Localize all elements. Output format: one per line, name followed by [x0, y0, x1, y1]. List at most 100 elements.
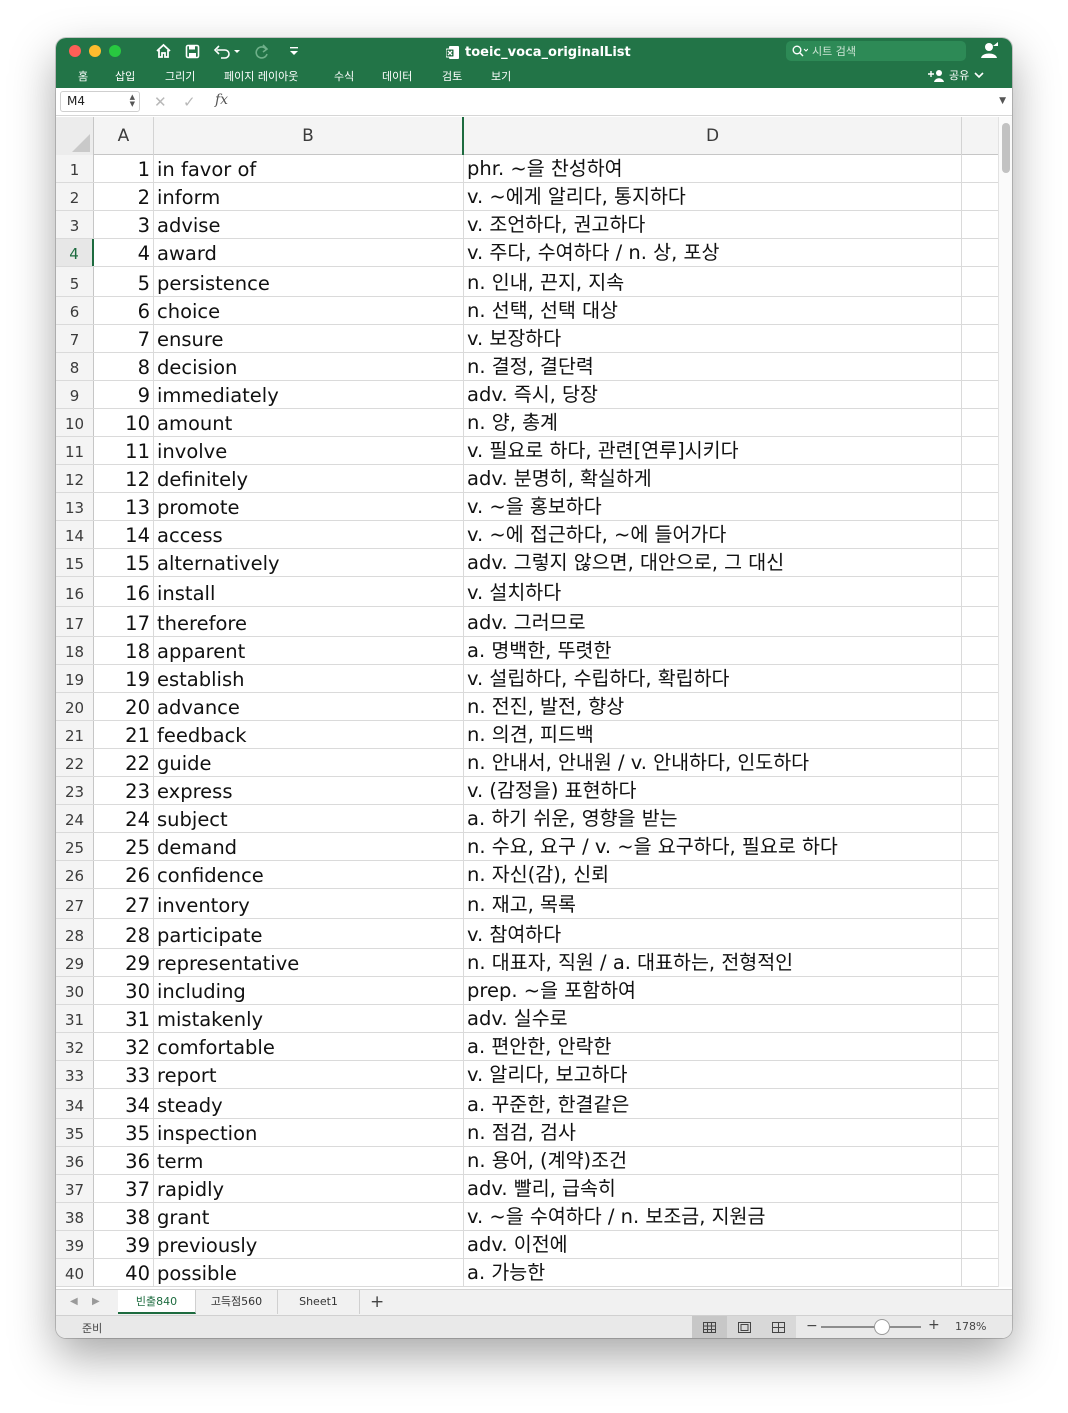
cell-number[interactable]: 15 — [94, 549, 154, 576]
previous-sheet-icon[interactable]: ◀ — [70, 1296, 78, 1307]
cell-word[interactable]: award — [154, 239, 464, 266]
cell-word[interactable]: demand — [154, 833, 464, 860]
cell-word[interactable]: apparent — [154, 637, 464, 664]
cell-word[interactable]: guide — [154, 749, 464, 776]
cell-number[interactable]: 26 — [94, 861, 154, 888]
cell-number[interactable]: 12 — [94, 465, 154, 492]
expand-formula-bar-icon[interactable]: ▼ — [999, 96, 1006, 106]
ribbon-tab-home[interactable]: 홈 — [78, 68, 88, 84]
row-header[interactable]: 14 — [56, 521, 94, 548]
cell-empty[interactable] — [962, 239, 998, 266]
cell-meaning[interactable]: n. 재고, 목록 — [464, 889, 962, 918]
cell-word[interactable]: subject — [154, 805, 464, 832]
cell-empty[interactable] — [962, 889, 998, 918]
insert-function-icon[interactable]: fx — [215, 92, 228, 108]
cell-word[interactable]: establish — [154, 665, 464, 692]
cell-meaning[interactable]: n. 양, 총계 — [464, 409, 962, 436]
cell-empty[interactable] — [962, 1119, 998, 1146]
cell-meaning[interactable]: a. 꾸준한, 한결같은 — [464, 1089, 962, 1118]
cell-number[interactable]: 29 — [94, 949, 154, 976]
cell-meaning[interactable]: v. ~에 접근하다, ~에 들어가다 — [464, 521, 962, 548]
cell-word[interactable]: inventory — [154, 889, 464, 918]
ribbon-tab-review[interactable]: 검토 — [442, 68, 462, 84]
row-header[interactable]: 30 — [56, 977, 94, 1004]
column-header-b[interactable]: B — [154, 117, 464, 155]
cell-number[interactable]: 7 — [94, 325, 154, 352]
cell-empty[interactable] — [962, 549, 998, 576]
cell-number[interactable]: 21 — [94, 721, 154, 748]
cell-number[interactable]: 27 — [94, 889, 154, 918]
cell-meaning[interactable]: a. 명백한, 뚜렷한 — [464, 637, 962, 664]
cell-word[interactable]: inspection — [154, 1119, 464, 1146]
column-header-d[interactable]: D — [464, 117, 962, 155]
cell-number[interactable]: 3 — [94, 211, 154, 238]
cell-meaning[interactable]: n. 전진, 발전, 향상 — [464, 693, 962, 720]
cell-empty[interactable] — [962, 1061, 998, 1088]
cell-meaning[interactable]: adv. 그러므로 — [464, 607, 962, 636]
cell-empty[interactable] — [962, 861, 998, 888]
cell-meaning[interactable]: n. 자신(감), 신뢰 — [464, 861, 962, 888]
page-layout-view-icon[interactable] — [727, 1316, 762, 1338]
cell-meaning[interactable]: n. 용어, (계약)조건 — [464, 1147, 962, 1174]
row-header[interactable]: 37 — [56, 1175, 94, 1202]
row-header[interactable]: 31 — [56, 1005, 94, 1032]
zoom-slider-handle[interactable] — [874, 1319, 890, 1335]
cell-word[interactable]: ensure — [154, 325, 464, 352]
cell-number[interactable]: 35 — [94, 1119, 154, 1146]
cell-meaning[interactable]: v. 설립하다, 수립하다, 확립하다 — [464, 665, 962, 692]
cell-meaning[interactable]: a. 하기 쉬운, 영향을 받는 — [464, 805, 962, 832]
cell-meaning[interactable]: n. 안내서, 안내원 / v. 안내하다, 인도하다 — [464, 749, 962, 776]
cell-number[interactable]: 6 — [94, 297, 154, 324]
cell-empty[interactable] — [962, 381, 998, 408]
cell-empty[interactable] — [962, 977, 998, 1004]
cell-meaning[interactable]: adv. 이전에 — [464, 1231, 962, 1258]
ribbon-tab-draw[interactable]: 그리기 — [165, 68, 195, 84]
row-header[interactable]: 26 — [56, 861, 94, 888]
cell-empty[interactable] — [962, 607, 998, 636]
cell-number[interactable]: 10 — [94, 409, 154, 436]
cell-empty[interactable] — [962, 949, 998, 976]
zoom-out-button[interactable]: − — [806, 1318, 818, 1334]
row-header[interactable]: 17 — [56, 607, 94, 636]
row-header[interactable]: 10 — [56, 409, 94, 436]
cell-number[interactable]: 22 — [94, 749, 154, 776]
cell-word[interactable]: express — [154, 777, 464, 804]
customize-toolbar-icon[interactable] — [284, 41, 304, 61]
cell-number[interactable]: 25 — [94, 833, 154, 860]
select-all-corner[interactable] — [56, 117, 94, 155]
row-header[interactable]: 11 — [56, 437, 94, 464]
row-header[interactable]: 5 — [56, 267, 94, 296]
cell-empty[interactable] — [962, 777, 998, 804]
column-header-a[interactable]: A — [94, 117, 154, 155]
cell-word[interactable]: confidence — [154, 861, 464, 888]
cell-number[interactable]: 38 — [94, 1203, 154, 1230]
name-box[interactable]: M4 ▲ ▼ — [60, 91, 140, 112]
cell-meaning[interactable]: phr. ~을 찬성하여 — [464, 155, 962, 182]
cell-empty[interactable] — [962, 325, 998, 352]
next-sheet-icon[interactable]: ▶ — [92, 1296, 100, 1307]
cell-word[interactable]: advise — [154, 211, 464, 238]
row-header[interactable]: 33 — [56, 1061, 94, 1088]
cell-number[interactable]: 32 — [94, 1033, 154, 1060]
cell-word[interactable]: alternatively — [154, 549, 464, 576]
row-header[interactable]: 18 — [56, 637, 94, 664]
ribbon-tab-page-layout[interactable]: 페이지 레이아웃 — [224, 68, 298, 84]
column-header-e[interactable] — [962, 117, 998, 155]
row-header[interactable]: 8 — [56, 353, 94, 380]
close-window-button[interactable] — [69, 45, 81, 57]
cell-empty[interactable] — [962, 267, 998, 296]
cell-empty[interactable] — [962, 465, 998, 492]
cell-word[interactable]: comfortable — [154, 1033, 464, 1060]
cell-meaning[interactable]: n. 점검, 검사 — [464, 1119, 962, 1146]
cell-empty[interactable] — [962, 1231, 998, 1258]
vertical-scroll-thumb[interactable] — [1002, 123, 1010, 173]
cell-meaning[interactable]: adv. 실수로 — [464, 1005, 962, 1032]
cancel-edit-icon[interactable]: ✕ — [154, 93, 167, 111]
cell-meaning[interactable]: v. 알리다, 보고하다 — [464, 1061, 962, 1088]
row-header[interactable]: 32 — [56, 1033, 94, 1060]
cell-meaning[interactable]: adv. 분명히, 확실하게 — [464, 465, 962, 492]
cell-empty[interactable] — [962, 693, 998, 720]
cell-word[interactable]: access — [154, 521, 464, 548]
cell-number[interactable]: 17 — [94, 607, 154, 636]
cell-number[interactable]: 28 — [94, 919, 154, 948]
